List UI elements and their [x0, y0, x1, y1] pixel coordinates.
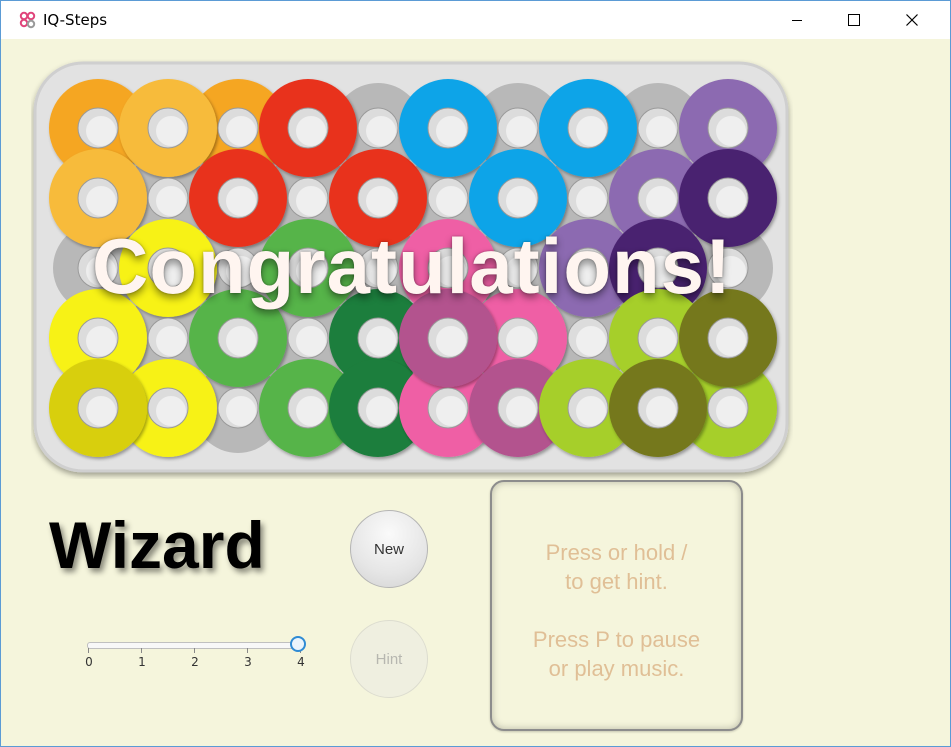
board-hole-highlight: [506, 116, 536, 146]
board-hole-highlight: [436, 256, 466, 286]
board-hole-highlight: [506, 396, 536, 426]
board-hole-highlight: [576, 116, 606, 146]
board-hole-highlight: [226, 256, 256, 286]
board-hole-highlight: [226, 116, 256, 146]
board-hole-highlight: [646, 256, 676, 286]
slider-tick: [88, 648, 89, 653]
board-hole-highlight: [436, 116, 466, 146]
board-hole-highlight: [436, 326, 466, 356]
board-hole-highlight: [366, 396, 396, 426]
level-name: Wizard: [49, 508, 265, 582]
board-hole-highlight: [506, 186, 536, 216]
game-board[interactable]: [31, 59, 793, 479]
hint-button[interactable]: Hint: [350, 620, 428, 698]
board-hole-highlight: [716, 396, 746, 426]
game-content: Congratulations! Wizard New Hint 0 1 2 3…: [1, 39, 950, 746]
board-hole-highlight: [576, 256, 606, 286]
level-slider[interactable]: 0 1 2 3 4: [85, 636, 306, 677]
board-hole-highlight: [296, 326, 326, 356]
hint-line: to get hint.: [565, 569, 668, 594]
slider-tick-label: 4: [297, 655, 305, 669]
close-button[interactable]: [889, 1, 935, 39]
board-hole-highlight: [86, 186, 116, 216]
board-hole-highlight: [646, 116, 676, 146]
board-hole-highlight: [156, 116, 186, 146]
slider-tick-label: 3: [244, 655, 252, 669]
board-hole-highlight: [156, 326, 186, 356]
board-hole-highlight: [716, 186, 746, 216]
slider-tick: [247, 648, 248, 653]
hint-line-spacer: [492, 596, 741, 625]
board-hole-highlight: [506, 256, 536, 286]
board-hole-highlight: [576, 186, 606, 216]
board-hole-highlight: [716, 326, 746, 356]
minimize-icon: [792, 20, 802, 21]
board-hole-highlight: [366, 116, 396, 146]
board-hole-highlight: [296, 256, 326, 286]
board-hole-highlight: [646, 396, 676, 426]
app-pieces-icon: [19, 11, 36, 29]
board-hole-highlight: [156, 256, 186, 286]
minimize-button[interactable]: [774, 1, 820, 39]
board-hole-highlight: [646, 186, 676, 216]
board-hole-highlight: [156, 396, 186, 426]
maximize-icon: [848, 14, 860, 26]
slider-tick-label: 1: [138, 655, 146, 669]
board-hole-highlight: [506, 326, 536, 356]
board-hole-highlight: [716, 116, 746, 146]
window-title: IQ-Steps: [43, 11, 108, 29]
slider-tick-label: 0: [85, 655, 93, 669]
board-hole-highlight: [296, 116, 326, 146]
board-hole-highlight: [646, 326, 676, 356]
app-window: IQ-Steps Congratulations! Wizard New Hin…: [0, 0, 951, 747]
board-hole-highlight: [576, 326, 606, 356]
board-hole-highlight: [226, 326, 256, 356]
board-hole-highlight: [436, 396, 466, 426]
slider-track[interactable]: [87, 642, 303, 649]
board-hole-highlight: [296, 186, 326, 216]
board-svg[interactable]: [31, 59, 793, 479]
board-hole-highlight: [156, 186, 186, 216]
board-hole-highlight: [86, 116, 116, 146]
board-hole-highlight: [436, 186, 466, 216]
close-icon: [906, 14, 918, 26]
board-hole-highlight: [366, 256, 396, 286]
board-hole-highlight: [226, 186, 256, 216]
board-hole-highlight: [716, 256, 746, 286]
board-hole-highlight: [226, 396, 256, 426]
new-button[interactable]: New: [350, 510, 428, 588]
board-hole-highlight: [366, 186, 396, 216]
slider-tick: [194, 648, 195, 653]
hint-line: or play music.: [548, 656, 685, 681]
board-hole-highlight: [296, 396, 326, 426]
slider-thumb[interactable]: [290, 636, 306, 652]
maximize-button[interactable]: [831, 1, 877, 39]
slider-tick: [141, 648, 142, 653]
title-bar[interactable]: IQ-Steps: [1, 1, 950, 39]
slider-tick-label: 2: [191, 655, 199, 669]
board-hole-highlight: [366, 326, 396, 356]
hint-line: Press P to pause: [532, 627, 701, 652]
board-hole-highlight: [86, 256, 116, 286]
board-hole-highlight: [86, 396, 116, 426]
hint-line: Press or hold /: [545, 540, 688, 565]
board-hole-highlight: [86, 326, 116, 356]
board-hole-highlight: [576, 396, 606, 426]
hint-panel: Press or hold / to get hint. Press P to …: [490, 480, 743, 731]
